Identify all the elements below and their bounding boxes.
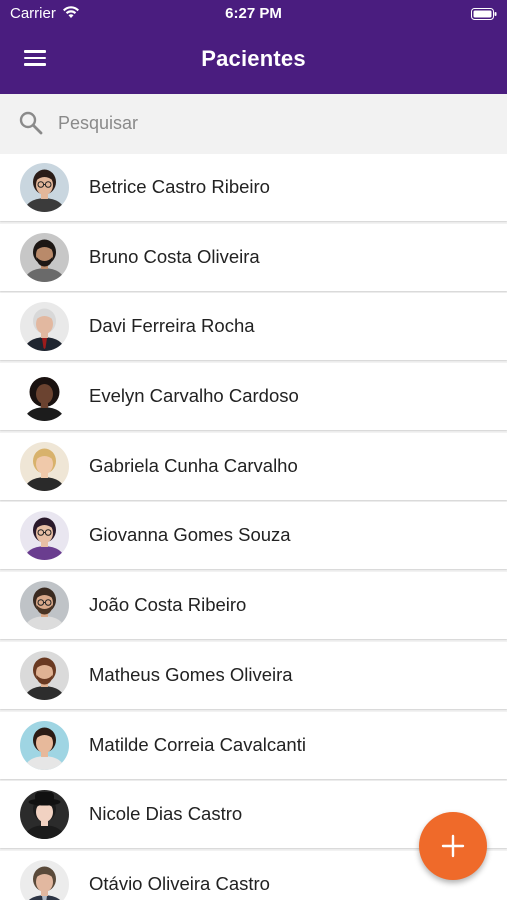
patient-name: Bruno Costa Oliveira [89,245,260,267]
patient-name: Matilde Correia Cavalcanti [89,733,306,755]
patient-name: Otávio Oliveira Castro [89,872,270,894]
avatar [20,720,69,770]
plus-icon [441,834,465,858]
clock: 6:27 PM [225,5,282,22]
patient-row[interactable]: João Costa Ribeiro [0,572,507,640]
patient-name: Davi Ferreira Rocha [89,315,255,337]
battery-icon [471,7,497,24]
avatar [20,302,69,352]
patient-row[interactable]: Gabriela Cunha Carvalho [0,432,507,500]
avatar [20,163,69,212]
patient-name: Betrice Castro Ribeiro [89,176,270,197]
avatar [20,372,69,422]
patient-name: Evelyn Carvalho Cardoso [89,385,299,407]
patient-name: Giovanna Gomes Souza [89,524,291,546]
patient-row[interactable]: Giovanna Gomes Souza [0,502,507,570]
status-bar: Carrier 6:27 PM [0,0,507,28]
toolbar: Pacientes [0,38,507,82]
patient-name: João Costa Ribeiro [89,594,247,616]
patient-row[interactable]: Davi Ferreira Rocha [0,293,507,361]
search-input[interactable] [58,106,478,140]
patient-name: Gabriela Cunha Carvalho [89,454,298,476]
page-title: Pacientes [201,46,306,71]
patient-name: Matheus Gomes Oliveira [89,663,293,685]
patient-row[interactable]: Betrice Castro Ribeiro [0,154,507,221]
patient-row[interactable]: Bruno Costa Oliveira [0,223,507,291]
patient-row[interactable]: Evelyn Carvalho Cardoso [0,363,507,431]
patient-row[interactable]: Matheus Gomes Oliveira [0,641,507,709]
avatar [20,581,69,631]
avatar [20,232,69,282]
patient-row[interactable]: Matilde Correia Cavalcanti [0,711,507,779]
app-header: Carrier 6:27 PM Pacientes [0,0,507,94]
avatar [20,859,69,900]
patient-name: Nicole Dias Castro [89,803,243,825]
avatar [20,650,69,700]
patient-list: Betrice Castro Ribeiro Bruno Costa Olivei… [0,154,507,900]
search-icon[interactable] [18,110,44,136]
avatar [20,441,69,491]
avatar [20,790,69,840]
avatar [20,511,69,561]
add-patient-button[interactable] [419,812,487,880]
search-bar [0,94,507,154]
